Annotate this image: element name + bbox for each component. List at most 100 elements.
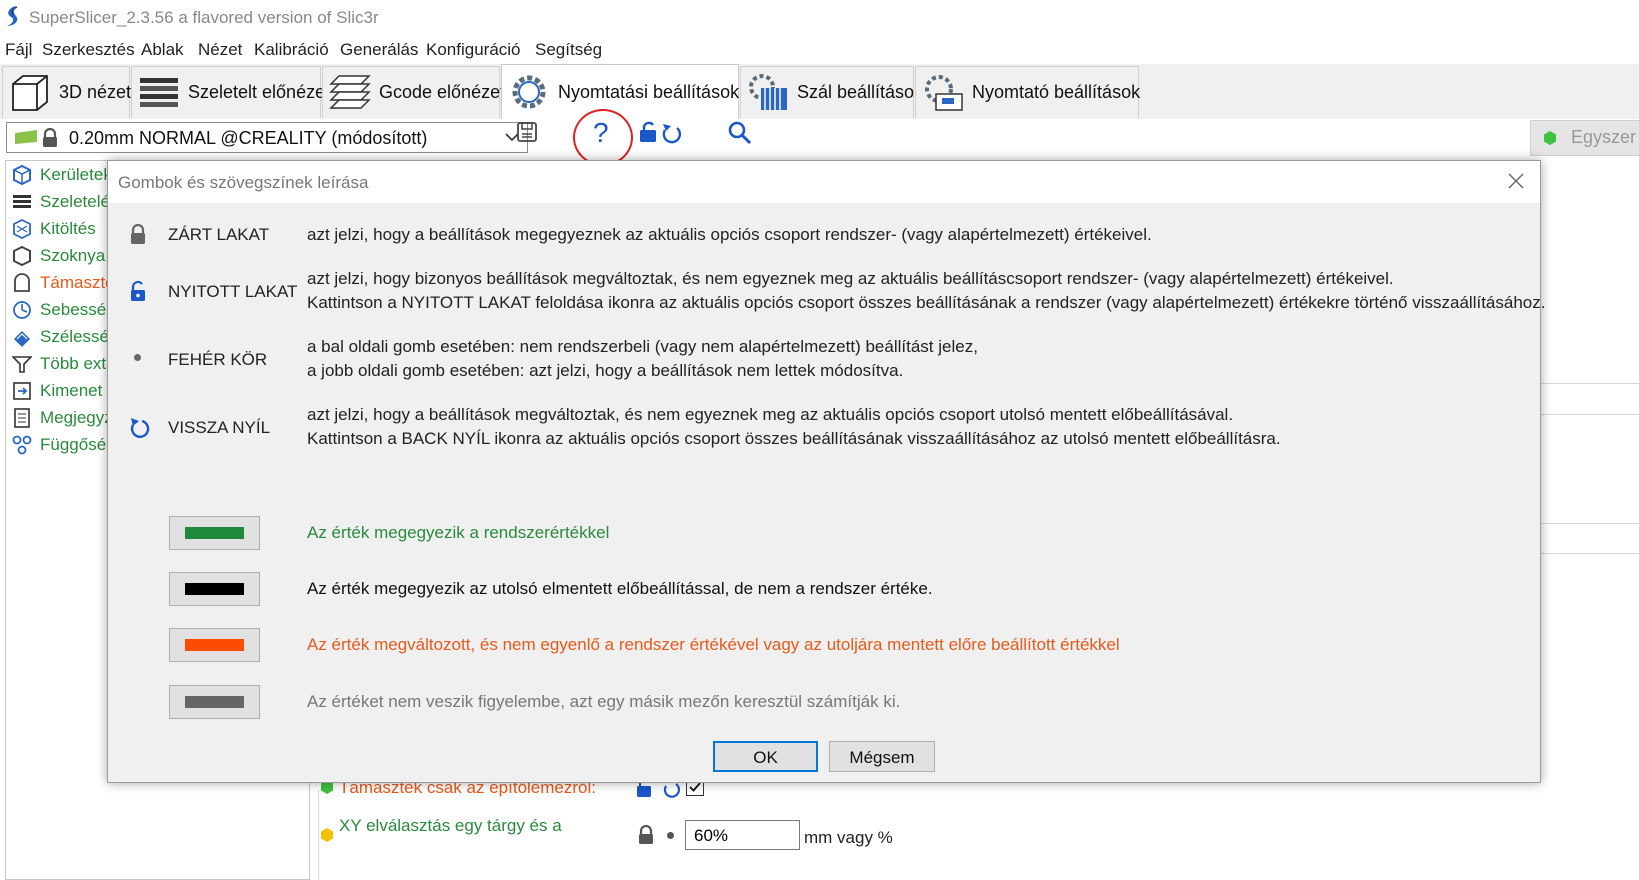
color-modified-swatch-button[interactable] xyxy=(169,628,260,662)
sidebar-item-label: Szoknya xyxy=(40,246,106,265)
menu-bar: Fájl Szerkesztés Ablak Nézet Kalibráció … xyxy=(0,38,1639,64)
menu-edit[interactable]: Szerkesztés xyxy=(42,40,135,60)
menu-view[interactable]: Nézet xyxy=(198,40,242,60)
legend-dialog: Gombok és szövegszínek leírása ZÁRT LAKA… xyxy=(107,160,1545,783)
sidebar-item-label: Sebesség xyxy=(40,300,116,319)
sidebar-item-multi-extruder[interactable]: Több ext xyxy=(12,351,106,377)
window-title: SuperSlicer_2.3.56 a flavored version of… xyxy=(29,8,379,27)
xy-separation-label: XY elválasztás egy tárgy és a xyxy=(339,816,562,835)
sidebar-item-support[interactable]: Támaszté xyxy=(12,270,115,296)
menu-calibration[interactable]: Kalibráció xyxy=(254,40,329,60)
search-icon[interactable] xyxy=(727,120,753,146)
divider xyxy=(1530,523,1639,524)
gear-icon xyxy=(512,75,546,109)
menu-generate[interactable]: Generálás xyxy=(340,40,418,60)
menu-file[interactable]: Fájl xyxy=(5,40,32,60)
preset-value: 0.20mm NORMAL @CREALITY (módosított) xyxy=(69,128,428,148)
legend-row-back-arrow: VISSZA NYÍL azt jelzi, hogy a beállításo… xyxy=(108,403,1540,455)
gcode-layers-icon xyxy=(329,74,371,109)
legend-description: azt jelzi, hogy a beállítások megegyezne… xyxy=(307,225,1152,244)
tab-sliced-preview[interactable]: Szeletelt előnézet xyxy=(131,66,330,118)
legend-description-line: Kattintson a BACK NYÍL ikonra az aktuáli… xyxy=(307,429,1281,448)
legend-name: VISSZA NYÍL xyxy=(168,418,271,437)
sidebar-item-label: Támaszté xyxy=(40,273,115,292)
hexagon-yellow-icon xyxy=(321,828,333,842)
unlock-reset-icon[interactable] xyxy=(639,120,683,144)
flag-icon xyxy=(15,130,37,144)
support-icon xyxy=(14,273,30,292)
lock-icon xyxy=(639,825,653,844)
lock-icon xyxy=(43,128,57,147)
sidebar-item-speed[interactable]: Sebesség xyxy=(12,297,116,323)
legend-description-line: a bal oldali gomb esetében: nem rendszer… xyxy=(307,337,978,356)
slicing-icon xyxy=(13,195,31,208)
unlocked-lock-icon xyxy=(131,280,145,301)
infill-icon xyxy=(13,219,31,239)
tab-print-settings[interactable]: Nyomtatási beállítások xyxy=(501,64,739,119)
help-question-icon[interactable]: ? xyxy=(593,117,609,149)
sidebar-item-width[interactable]: Szélesség xyxy=(12,324,118,350)
tab-label: Szál beállítások xyxy=(797,82,924,102)
title-bar: SuperSlicer_2.3.56 a flavored version of… xyxy=(0,0,1639,36)
color-swatch xyxy=(185,527,244,539)
legend-description-line: azt jelzi, hogy a beállítások megváltozt… xyxy=(307,405,1234,424)
color-system-swatch-button[interactable] xyxy=(169,516,260,550)
color-ignored-description: Az értéket nem veszik figyelembe, azt eg… xyxy=(307,692,901,711)
menu-window[interactable]: Ablak xyxy=(141,40,184,60)
perimeters-icon xyxy=(13,165,31,185)
printer-gear-icon xyxy=(925,74,963,111)
close-icon[interactable] xyxy=(1506,171,1526,191)
legend-name: NYITOTT LAKAT xyxy=(168,282,298,301)
sidebar-item-dependencies[interactable]: Függősé xyxy=(12,432,106,458)
sidebar-item-notes[interactable]: Megjegyz xyxy=(12,405,113,431)
menu-help[interactable]: Segítség xyxy=(535,40,602,60)
tab-printer-settings[interactable]: Nyomtató beállítások xyxy=(915,66,1141,118)
layers-icon xyxy=(140,77,178,107)
cancel-button[interactable]: Mégsem xyxy=(829,741,935,772)
tab-3d-view[interactable]: 3D nézet xyxy=(2,66,132,118)
xy-separation-input[interactable]: 60% xyxy=(685,820,800,850)
sidebar-item-skirt[interactable]: Szoknya xyxy=(12,243,105,269)
legend-row-unlocked: NYITOTT LAKAT azt jelzi, hogy bizonyos b… xyxy=(108,267,1545,319)
tab-label: Nyomtató beállítások xyxy=(972,82,1141,102)
legend-name: ZÁRT LAKAT xyxy=(168,225,270,244)
legend-name: FEHÉR KÖR xyxy=(168,350,268,369)
tab-label: 3D nézet xyxy=(59,82,132,102)
tab-gcode-preview[interactable]: Gcode előnézet xyxy=(322,66,505,118)
tab-filament-settings[interactable]: Szál beállítások xyxy=(740,66,923,118)
mode-simple-button[interactable]: Egyszer xyxy=(1530,120,1639,156)
sidebar-item-slicing[interactable]: Szeletelés xyxy=(12,189,118,215)
tab-label: Szeletelt előnézet xyxy=(188,82,331,102)
legend-row-locked: ZÁRT LAKAT azt jelzi, hogy a beállítások… xyxy=(108,223,1540,253)
color-modified-description: Az érték megváltozott, és nem egyenlő a … xyxy=(307,635,1120,654)
sidebar-item-label: Megjegyz xyxy=(40,408,113,427)
tab-label: Gcode előnézet xyxy=(379,82,506,102)
sidebar-item-perimeters[interactable]: Kerületek xyxy=(12,162,112,188)
sidebar-item-label: Kimenet l xyxy=(40,381,111,400)
cube-icon xyxy=(12,74,48,111)
divider xyxy=(1530,553,1639,554)
xy-separation-value: 60% xyxy=(694,826,729,845)
print-preset-dropdown[interactable]: 0.20mm NORMAL @CREALITY (módosított) xyxy=(6,122,528,153)
group-border xyxy=(318,790,319,880)
color-swatch xyxy=(185,639,244,651)
sidebar-item-infill[interactable]: Kitöltés xyxy=(12,216,96,242)
save-preset-icon[interactable] xyxy=(516,121,538,143)
color-ignored-swatch-button[interactable] xyxy=(169,685,260,719)
legend-description-line: azt jelzi, hogy bizonyos beállítások meg… xyxy=(307,269,1394,288)
ok-button[interactable]: OK xyxy=(713,741,818,772)
sidebar-item-output[interactable]: Kimenet l xyxy=(12,378,111,404)
white-dot-icon xyxy=(667,832,674,839)
color-saved-description: Az érték megegyezik az utolsó elmentett … xyxy=(307,579,933,598)
dialog-title: Gombok és szövegszínek leírása xyxy=(118,173,369,192)
sidebar-item-label: Függősé xyxy=(40,435,107,454)
tab-bar: 3D nézet Szeletelt előnézet Gcode előnéz… xyxy=(0,64,1639,120)
color-saved-swatch-button[interactable] xyxy=(169,572,260,606)
hexagon-green-icon xyxy=(1544,131,1556,145)
divider xyxy=(1530,414,1639,415)
menu-configuration[interactable]: Konfiguráció xyxy=(426,40,521,60)
sidebar-item-label: Több ext xyxy=(40,354,107,373)
dialog-title-bar: Gombok és szövegszínek leírása xyxy=(108,161,1540,203)
dependencies-icon xyxy=(12,435,32,455)
filament-gear-icon xyxy=(749,73,787,110)
